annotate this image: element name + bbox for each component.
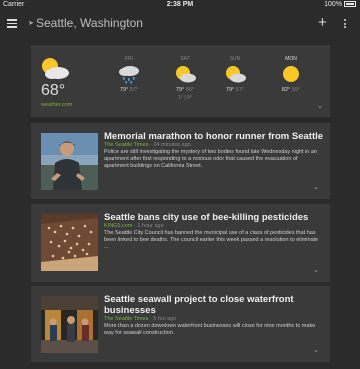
story-meta: The Seattle Times · 5 hrs ago [104,316,324,323]
location-arrow-icon: ➤ [28,20,34,27]
weather-card[interactable]: 68° weather.com FRI 79° 57° SAT 79° 56° … [31,45,330,117]
battery-percent: 100% [324,1,343,8]
sun-cloud-icon [42,58,69,79]
low-temp: 59° [291,87,301,93]
high-temp: 79° [119,87,129,93]
story-headline[interactable]: Seattle bans city use of bee-killing pes… [104,212,324,223]
current-temperature: 68° [41,82,66,99]
sun-icon [283,66,299,82]
weather-day: MON 82° 59° [271,45,311,93]
day-name: SUN [229,56,241,62]
day-name: FRI [124,56,134,62]
story-source[interactable]: The Seattle Times [104,142,148,148]
low-temp: 57° [235,87,245,93]
high-temp: 79° [175,87,185,93]
day-name: SAT [180,56,190,62]
weather-day: SUN 79° 57° [215,45,255,93]
app-header: ➤ Seattle, Washington + [0,11,360,37]
story-source[interactable]: KING5.com [104,223,132,229]
story-age: · 5 hrs ago [148,316,177,322]
rain-icon [119,66,139,84]
chevron-down-icon[interactable]: ⌄ [313,346,319,354]
news-card[interactable]: Memorial marathon to honor runner from S… [31,123,330,199]
battery-icon [344,1,356,7]
add-icon[interactable]: + [318,14,327,31]
story-snippet: The Seattle City Council has banned the … [104,230,319,250]
story-source[interactable]: The Seattle Times [104,316,148,322]
story-headline[interactable]: Seattle seawall project to close waterfr… [104,294,324,316]
precip-value: 1° | 0° [178,95,192,101]
sun-cloud-icon [226,66,246,83]
chevron-down-icon[interactable]: ⌄ [313,183,319,191]
status-bar: Carrier 2:38 PM 100% [0,0,360,10]
day-name [35,48,75,56]
weather-day-today [35,45,75,87]
news-card[interactable]: Seattle seawall project to close waterfr… [31,286,330,362]
sun-cloud-icon [176,66,196,83]
high-temp: 79° [225,87,235,93]
story-meta: The Seattle Times · 24 minutes ago [104,142,324,149]
clock: 2:38 PM [166,1,194,8]
weather-day: FRI 79° 57° [109,45,149,93]
low-temp: 57° [129,87,139,93]
story-thumbnail[interactable] [41,296,98,353]
menu-icon[interactable] [7,19,17,28]
story-age: · 1 hour ago [132,223,164,229]
location-title[interactable]: Seattle, Washington [36,16,143,30]
story-snippet: Police are still investigating the myste… [104,149,317,169]
battery-indicator: 100% [324,1,356,8]
low-temp: 56° [185,87,195,93]
story-meta: KING5.com · 1 hour ago [104,223,324,230]
chevron-down-icon[interactable]: ⌄ [317,102,323,110]
weather-day: SAT 79° 56° 1° | 0° [165,45,205,101]
story-thumbnail[interactable] [41,214,98,271]
story-snippet: More than a dozen downtown waterfront bu… [104,323,316,336]
story-headline[interactable]: Memorial marathon to honor runner from S… [104,131,324,142]
news-card[interactable]: Seattle bans city use of bee-killing pes… [31,204,330,282]
story-age: · 24 minutes ago [148,142,191,148]
more-vert-icon[interactable] [344,19,347,30]
story-thumbnail[interactable] [41,133,98,190]
day-name: MON [285,56,297,62]
high-temp: 82° [281,87,291,93]
chevron-down-icon[interactable]: ⌄ [313,266,319,274]
weather-source-link[interactable]: weather.com [41,102,72,108]
